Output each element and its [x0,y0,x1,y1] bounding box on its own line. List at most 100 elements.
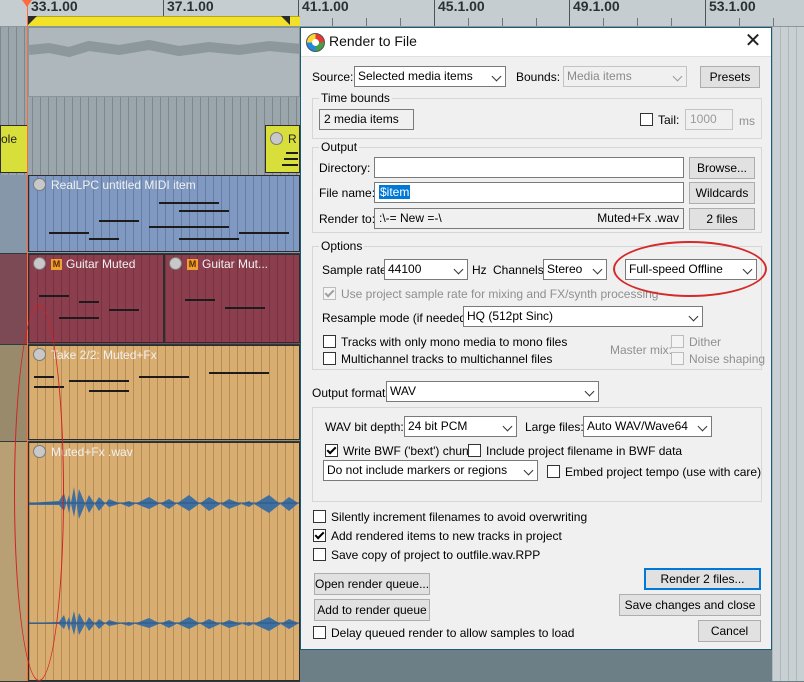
filename-label: File name: [319,186,376,200]
bit-depth-label: WAV bit depth: [325,420,404,434]
chevron-down-icon [672,71,683,82]
checkbox-box [323,352,336,365]
tail-checkbox[interactable]: Tail: [640,113,679,127]
tail-input[interactable]: 1000 [685,109,733,130]
ruler-label: 45.1.00 [438,0,485,14]
bit-depth-select[interactable]: 24 bit PCM [404,416,517,437]
track-lane[interactable]: RealLPC untitled MIDI item [0,175,300,254]
item-dot-icon [169,257,182,270]
media-item-ghost[interactable] [28,27,300,97]
use-project-rate-checkbox[interactable]: Use project sample rate for mixing and F… [323,287,658,301]
render-to-path: :\-= New =-\ Muted+Fx .wav [374,208,684,229]
ruler-label: 33.1.00 [31,0,78,14]
write-bwf-checkbox[interactable]: Write BWF ('bext') chunk [325,444,475,458]
chevron-down-icon [453,264,464,275]
media-item-yellow[interactable]: R [265,125,300,173]
save-copy-checkbox[interactable]: Save copy of project to outfile.wav.RPP [313,548,540,562]
checkbox-box [323,287,336,300]
include-filename-checkbox[interactable]: Include project filename in BWF data [468,444,682,458]
chevron-down-icon [491,71,502,82]
open-render-queue-button[interactable]: Open render queue... [314,573,430,595]
browse-button[interactable]: Browse... [689,157,755,179]
embed-tempo-checkbox[interactable]: Embed project tempo (use with care) [547,465,761,479]
timeline-ruler[interactable]: 33.1.00 37.1.00 41.1.00 45.1.00 49.1.00 … [0,0,804,27]
sample-rate-select[interactable]: 44100 [384,259,468,280]
ruler-label: 49.1.00 [573,0,620,14]
item-dot-icon [33,257,46,270]
loop-start-handle[interactable] [28,16,37,25]
add-rendered-checkbox[interactable]: Add rendered items to new tracks in proj… [313,529,562,543]
add-to-render-queue-button[interactable]: Add to render queue [314,599,430,621]
noise-shaping-checkbox[interactable]: Noise shaping [671,352,765,366]
reaper-logo-icon [306,33,325,52]
annotation-ellipse [14,305,64,681]
item-title: ole [1,132,18,146]
checkbox-box [671,352,684,365]
midi-item[interactable]: RealLPC untitled MIDI item [28,175,300,252]
presets-button[interactable]: Presets [700,66,760,88]
group-title: Time bounds [319,91,392,105]
arrange-view-edge [772,27,804,681]
loop-end-handle[interactable] [281,16,290,25]
hz-label: Hz [472,263,487,277]
mute-badge-icon: M [51,259,62,270]
guitar-item[interactable]: M Guitar Mut... [164,254,300,343]
group-title: Output [319,140,360,154]
dialog-titlebar[interactable]: Render to File ✕ [301,28,771,57]
checkbox-box [313,510,326,523]
item-dot-icon [33,178,46,191]
resample-mode-select[interactable]: HQ (512pt Sinc) [463,306,703,327]
filename-input[interactable]: $item [374,182,684,203]
item-title: M Guitar Mut... [165,255,299,273]
group-title: Options [319,239,365,253]
directory-input[interactable] [374,157,684,178]
media-item-yellow[interactable]: ole [0,125,28,173]
delay-queued-checkbox[interactable]: Delay queued render to allow samples to … [313,626,574,640]
markers-select[interactable]: Do not include markers or regions [323,460,538,481]
cancel-button[interactable]: Cancel [698,620,761,642]
mute-badge-icon: M [187,259,198,270]
item-title: RealLPC untitled MIDI item [29,176,299,194]
chevron-down-icon [523,465,534,476]
channels-label: Channels: [493,263,548,277]
checkbox-box [671,335,684,348]
render-button[interactable]: Render 2 files... [644,568,761,590]
large-files-select[interactable]: Auto WAV/Wave64 [583,416,712,437]
mono-tracks-checkbox[interactable]: Tracks with only mono media to mono file… [323,335,567,349]
files-list-button[interactable]: 2 files [689,208,755,230]
chevron-down-icon [502,421,513,432]
dialog-title: Render to File [329,33,417,49]
dither-checkbox[interactable]: Dither [671,335,721,349]
silently-increment-checkbox[interactable]: Silently increment filenames to avoid ov… [313,510,587,524]
track-lane[interactable]: ole R [0,27,300,176]
checkbox-box [313,548,326,561]
ruler-label: 53.1.00 [709,0,756,14]
directory-label: Directory: [319,161,371,175]
checkbox-box [325,444,338,457]
checkbox-box [640,113,653,126]
save-and-close-button[interactable]: Save changes and close [619,594,761,616]
render-to-file-dialog: Render to File ✕ Source: Selected media … [300,27,772,650]
checkbox-box [313,626,326,639]
wildcards-button[interactable]: Wildcards [689,182,755,204]
output-format-select[interactable]: WAV [386,381,599,402]
bounds-select[interactable]: Media items [563,66,687,87]
source-select[interactable]: Selected media items [354,66,506,87]
edit-cursor-head-icon[interactable] [22,0,32,7]
resample-label: Resample mode (if needed): [322,311,474,325]
item-title: Take 2/2: Muted+Fx [29,346,299,364]
multichannel-checkbox[interactable]: Multichannel tracks to multichannel file… [323,352,552,366]
close-icon[interactable]: ✕ [743,31,763,51]
channels-select[interactable]: Stereo [543,259,607,280]
sample-rate-label: Sample rate: [322,263,391,277]
item-title: R [266,130,299,148]
chevron-down-icon [592,264,603,275]
item-title: Muted+Fx .wav [29,443,299,461]
take-item[interactable]: Take 2/2: Muted+Fx [28,345,300,440]
master-mix-label: Master mix: [610,343,673,357]
large-files-label: Large files: [525,420,584,434]
audio-item[interactable]: Muted+Fx .wav [28,442,300,681]
waveform-icon [29,487,299,519]
loop-selection-bar[interactable] [28,16,300,26]
time-bounds-value: 2 media items [319,109,414,130]
